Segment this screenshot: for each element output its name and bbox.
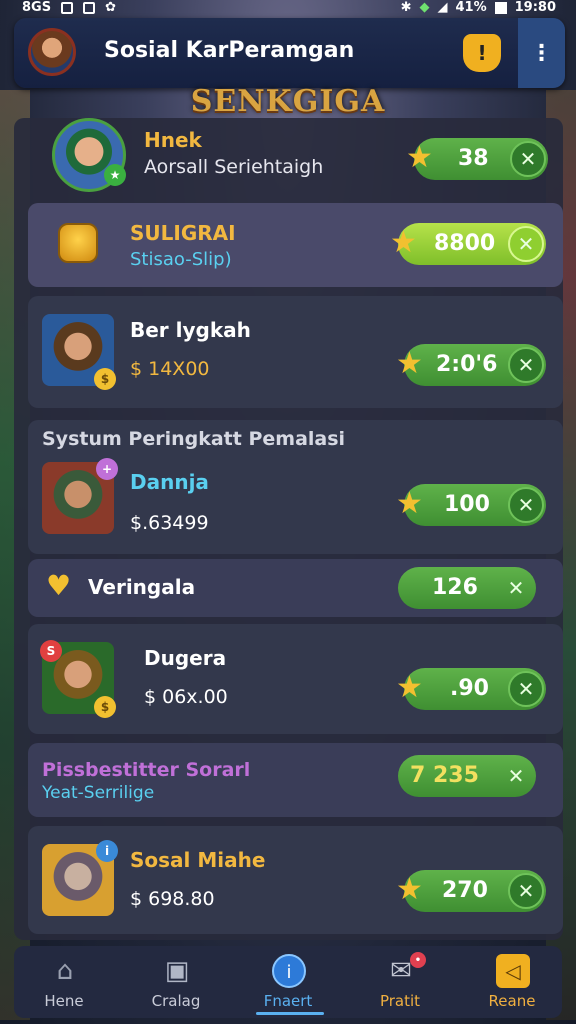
coin-icon	[58, 223, 98, 263]
item-name: Veringala	[88, 575, 196, 599]
ranking-list: ★ Hnek Aorsall Seriehtaigh ★ 38 ✕ SULIGR…	[14, 118, 563, 940]
score-value: 38	[458, 146, 489, 171]
notification-icon	[61, 1, 74, 14]
profile-avatar[interactable]	[28, 28, 76, 76]
score-pill[interactable]: 7 235 ✕	[398, 755, 536, 797]
score-value: 8800	[434, 231, 496, 256]
score-value: .90	[450, 676, 489, 701]
score-pill[interactable]: ★ .90 ✕	[396, 668, 546, 710]
player-name: Dugera	[144, 646, 227, 670]
nav-catalog[interactable]: ▣ Cralag	[126, 946, 226, 1018]
nav-label: Hene	[44, 992, 84, 1010]
coin-badge-icon: $	[94, 368, 116, 390]
player-name: Hnek	[144, 128, 202, 152]
star-icon: ★	[390, 225, 417, 260]
dismiss-icon[interactable]: ✕	[498, 570, 534, 606]
notification-badge-icon: •	[410, 952, 426, 968]
score-pill[interactable]: ★ 270 ✕	[396, 870, 546, 912]
dismiss-icon[interactable]: ✕	[498, 758, 534, 794]
dismiss-icon[interactable]: ✕	[510, 141, 546, 177]
player-name: Dannja	[130, 470, 209, 494]
info-badge-icon: i	[96, 840, 118, 862]
nav-label: Reane	[488, 992, 536, 1010]
score-pill[interactable]: ★ 2:0'6 ✕	[396, 344, 546, 386]
list-item[interactable]: SULIGRAI Stisao-Slip) ★ 8800 ✕	[28, 203, 563, 287]
nav-label: Pratit	[379, 992, 421, 1010]
nav-back[interactable]: ◁ Reane	[462, 946, 562, 1018]
status-left-text: 8GS	[22, 0, 52, 15]
score-pill[interactable]: ★ 38 ✕	[406, 138, 548, 180]
plus-badge-icon: +	[96, 458, 118, 480]
battery-icon	[494, 1, 507, 14]
score-pill[interactable]: ★ 100 ✕	[396, 484, 546, 526]
alert-badge-icon: S	[40, 640, 62, 662]
star-icon: ★	[396, 872, 423, 907]
dismiss-icon[interactable]: ✕	[508, 873, 544, 909]
home-icon: ⌂	[56, 956, 74, 986]
clock: 19:80	[514, 0, 556, 15]
player-subtitle: $ 14X00	[130, 358, 210, 380]
active-tab-indicator	[256, 1012, 324, 1015]
player-subtitle: $ 698.80	[130, 888, 215, 910]
box-icon: ▣	[164, 956, 190, 986]
star-icon: ★	[396, 486, 423, 521]
image-icon	[83, 1, 96, 14]
info-icon: i	[272, 954, 306, 988]
score-pill[interactable]: 126 ✕	[398, 567, 536, 609]
list-item[interactable]: Pissbestitter Sorarl Yeat-Serrilige 7 23…	[28, 743, 563, 817]
star-icon: ★	[396, 670, 423, 705]
game-banner: SENKGIGA	[190, 84, 386, 119]
app-header: Sosial KarPeramgan ! ⋮	[14, 18, 565, 88]
score-value: 126	[432, 575, 478, 600]
nav-chat[interactable]: ✉ • Pratit	[350, 946, 450, 1018]
item-subtitle: Yeat-Serrilige	[42, 783, 155, 803]
list-item[interactable]: ★ Hnek Aorsall Seriehtaigh ★ 38 ✕	[28, 118, 563, 196]
dismiss-icon[interactable]: ✕	[508, 487, 544, 523]
score-value: 100	[444, 492, 490, 517]
menu-button[interactable]: ⋮	[518, 18, 565, 88]
list-item[interactable]: i Sosal Miahe $ 698.80 ★ 270 ✕	[28, 826, 563, 934]
alert-shield-icon[interactable]: !	[463, 34, 501, 72]
back-icon: ◁	[496, 954, 530, 988]
settings-icon: ✿	[105, 0, 116, 15]
item-subtitle: Stisao-Slip)	[130, 249, 232, 270]
nav-center[interactable]: i Fnaert	[238, 946, 338, 1018]
page-title: Sosial KarPeramgan	[104, 38, 355, 63]
player-subtitle: $.63499	[130, 512, 209, 534]
section-title: Systum Peringkatt Pemalasi	[42, 428, 346, 450]
score-pill[interactable]: ★ 8800 ✕	[390, 223, 546, 265]
dismiss-icon[interactable]: ✕	[508, 226, 544, 262]
online-badge-icon: ★	[104, 164, 126, 186]
player-name: Sosal Miahe	[130, 848, 266, 872]
item-name: SULIGRAI	[130, 221, 236, 245]
dismiss-icon[interactable]: ✕	[508, 347, 544, 383]
list-item[interactable]: S $ Dugera $ 06x.00 ★ .90 ✕	[28, 624, 563, 734]
score-value: 2:0'6	[436, 352, 498, 377]
player-name: Ber lygkah	[130, 318, 251, 342]
list-item[interactable]: Systum Peringkatt Pemalasi + Dannja $.63…	[28, 420, 563, 554]
score-value: 7 235	[410, 763, 479, 788]
score-value: 270	[442, 878, 488, 903]
nav-label: Cralag	[151, 992, 201, 1010]
item-name: Pissbestitter Sorarl	[42, 759, 251, 781]
battery-text: 41%	[455, 0, 487, 15]
heart-icon: ♥	[46, 569, 72, 602]
star-icon: ★	[406, 140, 433, 175]
star-icon: ★	[396, 346, 423, 381]
dismiss-icon[interactable]: ✕	[508, 671, 544, 707]
list-item[interactable]: ♥ Veringala 126 ✕	[28, 559, 563, 617]
player-subtitle: $ 06x.00	[144, 686, 228, 708]
bottom-nav: ⌂ Hene ▣ Cralag i Fnaert ✉ • Pratit ◁ Re…	[14, 946, 562, 1018]
list-item[interactable]: $ Ber lygkah $ 14X00 ★ 2:0'6 ✕	[28, 296, 563, 408]
wifi-icon: ◆	[419, 0, 430, 15]
nav-label: Fnaert	[263, 992, 313, 1010]
coin-badge-icon: $	[94, 696, 116, 718]
bluetooth-icon: ✱	[400, 0, 412, 15]
status-bar: 8GS ✿ ✱ ◆ ◢ 41% 19:80	[0, 0, 576, 18]
nav-home[interactable]: ⌂ Hene	[14, 946, 114, 1018]
player-subtitle: Aorsall Seriehtaigh	[144, 156, 324, 178]
signal-icon: ◢	[437, 0, 448, 15]
